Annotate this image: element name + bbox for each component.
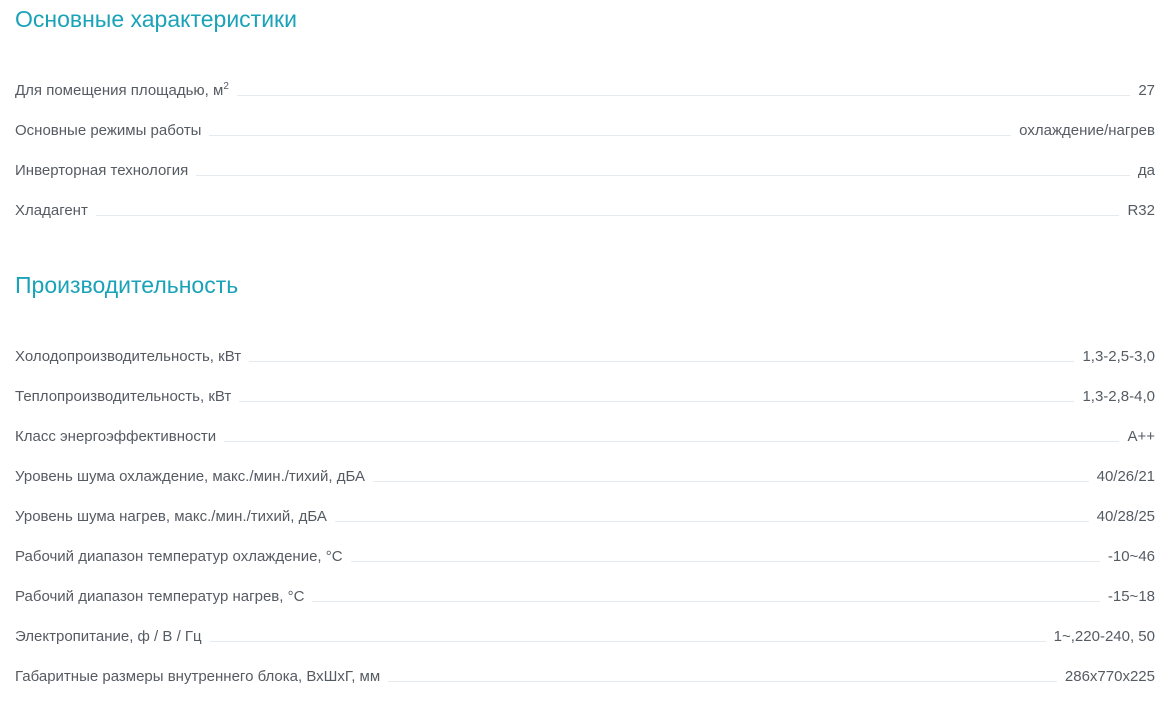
leader-line: [196, 174, 1130, 176]
spec-row-temp-range-cooling: Рабочий диапазон температур охлаждение, …: [15, 528, 1155, 568]
spec-value: A++: [1127, 428, 1155, 445]
spec-value: 1~,220-240, 50: [1053, 628, 1155, 645]
spec-value: да: [1137, 162, 1155, 179]
leader-line: [224, 440, 1120, 442]
spec-label: Габаритные размеры внутреннего блока, Вх…: [15, 668, 381, 685]
spec-row-dimensions: Габаритные размеры внутреннего блока, Вх…: [15, 648, 1155, 688]
spec-label: Инверторная технология: [15, 162, 189, 179]
section-title: Производительность: [15, 272, 239, 298]
leader-line: [239, 400, 1075, 402]
spec-row-inverter: Инверторная технология да: [15, 142, 1155, 182]
spec-value: охлаждение/нагрев: [1019, 122, 1155, 139]
section-main-characteristics: Основные характеристики Для помещения пл…: [15, 0, 1155, 222]
spec-value: 1,3-2,8-4,0: [1082, 388, 1155, 405]
spec-row-noise-heating: Уровень шума нагрев, макс./мин./тихий, д…: [15, 488, 1155, 528]
spec-label: Хладагент: [15, 202, 88, 219]
spec-label: Класс энергоэффективности: [15, 428, 217, 445]
spec-label: Для помещения площадью, м2: [15, 81, 229, 99]
spec-row-refrigerant: Хладагент R32: [15, 182, 1155, 222]
leader-line: [373, 480, 1089, 482]
leader-line: [249, 360, 1075, 362]
leader-line: [334, 520, 1089, 522]
leader-line: [350, 560, 1100, 562]
superscript: 2: [223, 81, 229, 92]
spec-row-cooling-capacity: Холодопроизводительность, кВт 1,3-2,5-3,…: [15, 328, 1155, 368]
spec-row-heating-capacity: Теплопроизводительность, кВт 1,3-2,8-4,0: [15, 368, 1155, 408]
spec-list: Холодопроизводительность, кВт 1,3-2,5-3,…: [15, 328, 1155, 688]
leader-line: [312, 600, 1100, 602]
spec-value: R32: [1127, 202, 1155, 219]
spec-value: -10~46: [1107, 548, 1155, 565]
spec-value: 286x770x225: [1064, 668, 1155, 685]
leader-line: [236, 94, 1131, 96]
spec-list: Для помещения площадью, м2 27 Основные р…: [15, 62, 1155, 222]
spec-value: 1,3-2,5-3,0: [1082, 348, 1155, 365]
spec-row-temp-range-heating: Рабочий диапазон температур нагрев, °С -…: [15, 568, 1155, 608]
spec-label: Холодопроизводительность, кВт: [15, 348, 242, 365]
leader-line: [209, 640, 1046, 642]
spec-label: Основные режимы работы: [15, 122, 202, 139]
spec-value: 27: [1138, 82, 1155, 99]
spec-label: Уровень шума нагрев, макс./мин./тихий, д…: [15, 508, 327, 525]
spec-row-power-supply: Электропитание, ф / В / Гц 1~,220-240, 5…: [15, 608, 1155, 648]
spec-label: Рабочий диапазон температур нагрев, °С: [15, 588, 305, 605]
spec-row-room-area: Для помещения площадью, м2 27: [15, 62, 1155, 102]
spec-value: -15~18: [1107, 588, 1155, 605]
spec-value: 40/28/25: [1096, 508, 1155, 525]
specifications-page: Основные характеристики Для помещения пл…: [15, 0, 1155, 688]
section-title: Основные характеристики: [15, 6, 297, 32]
leader-line: [388, 680, 1057, 682]
spec-label: Рабочий диапазон температур охлаждение, …: [15, 548, 343, 565]
section-performance: Производительность Холодопроизводительно…: [15, 266, 1155, 688]
spec-row-noise-cooling: Уровень шума охлаждение, макс./мин./тихи…: [15, 448, 1155, 488]
spec-value: 40/26/21: [1096, 468, 1155, 485]
leader-line: [209, 134, 1012, 136]
spec-row-modes: Основные режимы работы охлаждение/нагрев: [15, 102, 1155, 142]
spec-row-energy-class: Класс энергоэффективности A++: [15, 408, 1155, 448]
spec-label: Теплопроизводительность, кВт: [15, 388, 232, 405]
spec-label: Уровень шума охлаждение, макс./мин./тихи…: [15, 468, 366, 485]
spec-label: Электропитание, ф / В / Гц: [15, 628, 202, 645]
leader-line: [95, 214, 1120, 216]
